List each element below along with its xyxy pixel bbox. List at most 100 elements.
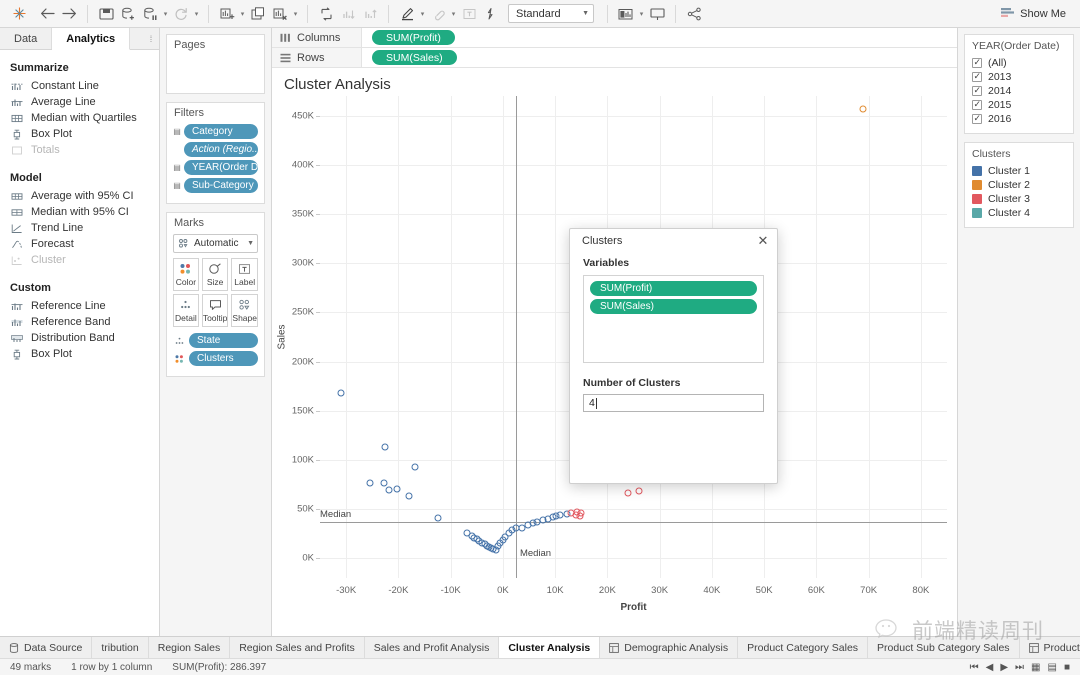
analytics-item-forecast[interactable]: Forecast <box>0 236 159 252</box>
first-page-icon[interactable]: ⏮ <box>970 662 979 673</box>
scatter-point[interactable] <box>624 489 632 497</box>
variable-pill-sum-sales[interactable]: SUM(Sales) <box>590 299 757 314</box>
swap-rows-columns-icon[interactable] <box>315 3 337 25</box>
analytics-item-reference-band[interactable]: Reference Band <box>0 314 159 330</box>
refresh-icon[interactable] <box>170 3 192 25</box>
worksheet-tab-region-sales[interactable]: Region Sales <box>149 637 231 658</box>
presentation-mode-icon[interactable] <box>646 3 668 25</box>
previous-page-icon[interactable]: ◀ <box>986 662 994 673</box>
rows-shelf[interactable]: Rows SUM(Sales) <box>272 48 957 68</box>
variable-pill-sum-profit[interactable]: SUM(Profit) <box>590 281 757 296</box>
filter-row-year[interactable]: ▤ YEAR(Order Date) <box>173 160 258 175</box>
scatter-point[interactable] <box>859 105 867 113</box>
clusters-dialog[interactable]: Clusters ✕ Variables SUM(Profit) SUM(Sal… <box>569 228 778 484</box>
filter-pill-category[interactable]: Category <box>184 124 258 139</box>
back-arrow-icon[interactable] <box>36 3 58 25</box>
marks-pill-state[interactable]: State <box>189 333 258 348</box>
close-icon[interactable]: ✕ <box>755 233 771 249</box>
pause-dropdown-caret-icon[interactable]: ▾ <box>161 10 170 18</box>
year-filter-option-2015[interactable]: 2015 <box>972 98 1066 112</box>
legend-item-cluster-3[interactable]: Cluster 3 <box>972 192 1066 206</box>
marks-color-button[interactable]: Color <box>173 258 199 291</box>
pages-drop-zone[interactable] <box>167 53 264 93</box>
scatter-point[interactable] <box>366 479 374 487</box>
add-data-source-icon[interactable] <box>117 3 139 25</box>
highlight-icon[interactable] <box>396 3 418 25</box>
marks-pill-row-clusters[interactable]: Clusters <box>173 351 258 366</box>
mark-type-select[interactable]: Automatic ▼ <box>173 234 258 253</box>
new-worksheet-caret-icon[interactable]: ▾ <box>238 10 247 18</box>
legend-item-cluster-1[interactable]: Cluster 1 <box>972 164 1066 178</box>
show-me-button[interactable]: Show Me <box>1000 7 1072 20</box>
marks-label-button[interactable]: Label <box>231 258 258 291</box>
checkbox-icon[interactable] <box>972 85 982 96</box>
filter-row-action[interactable]: Action (Regio.. 🔗 <box>173 142 258 157</box>
show-grid-icon[interactable]: ▦ <box>1031 662 1040 673</box>
variables-list[interactable]: SUM(Profit) SUM(Sales) <box>583 275 764 363</box>
analytics-item-median-with-95-ci[interactable]: Median with 95% CI <box>0 204 159 220</box>
analytics-item-constant-line[interactable]: Constant Line <box>0 78 159 94</box>
legend-item-cluster-4[interactable]: Cluster 4 <box>972 206 1066 220</box>
fullscreen-icon[interactable]: ■ <box>1064 662 1070 673</box>
year-filter-option-all[interactable]: (All) <box>972 56 1066 70</box>
scatter-point[interactable] <box>381 443 389 451</box>
tab-data-source[interactable]: Data Source <box>0 637 93 658</box>
year-filter-option-2013[interactable]: 2013 <box>972 70 1066 84</box>
marks-size-button[interactable]: Size <box>201 258 229 291</box>
filter-row-sub-category[interactable]: ▤ Sub-Category <box>173 178 258 193</box>
new-worksheet-icon[interactable] <box>216 3 238 25</box>
fit-select[interactable]: Standard ▼ <box>508 4 594 23</box>
analytics-item-average-line[interactable]: Average Line <box>0 94 159 110</box>
filter-pill-year-order-date[interactable]: YEAR(Order Date) <box>184 160 258 175</box>
scatter-point[interactable] <box>411 463 419 471</box>
analytics-item-trend-line[interactable]: Trend Line <box>0 220 159 236</box>
scatter-point[interactable] <box>576 512 584 520</box>
checkbox-icon[interactable] <box>972 99 982 110</box>
filter-pill-action[interactable]: Action (Regio.. 🔗 <box>184 142 258 157</box>
analytics-item-box-plot[interactable]: Box Plot <box>0 126 159 142</box>
share-icon[interactable] <box>683 3 705 25</box>
filter-pill-sub-category[interactable]: Sub-Category <box>184 178 258 193</box>
next-page-icon[interactable]: ▶ <box>1000 662 1008 673</box>
save-icon[interactable] <box>95 3 117 25</box>
worksheet-tab-tribution[interactable]: tribution <box>92 637 149 658</box>
checkbox-icon[interactable] <box>972 57 982 68</box>
analytics-item-average-with-95-ci[interactable]: Average with 95% CI <box>0 188 159 204</box>
pause-auto-update-icon[interactable] <box>139 3 161 25</box>
marks-pill-clusters[interactable]: Clusters <box>189 351 258 366</box>
tab-data[interactable]: Data <box>0 28 53 49</box>
worksheet-tab-cluster-analysis[interactable]: Cluster Analysis <box>499 637 601 658</box>
scatter-point[interactable] <box>385 486 393 494</box>
checkbox-icon[interactable] <box>972 71 982 82</box>
sort-descending-icon[interactable] <box>359 3 381 25</box>
worksheet-tab-product-category-sales[interactable]: Product Category Sales <box>738 637 869 658</box>
tableau-logo-icon[interactable] <box>8 3 30 25</box>
scatter-point[interactable] <box>337 389 345 397</box>
analytics-item-distribution-band[interactable]: Distribution Band <box>0 330 159 346</box>
worksheet-tab-demographic-analysis[interactable]: Demographic Analysis <box>600 637 739 658</box>
refresh-dropdown-caret-icon[interactable]: ▾ <box>192 10 201 18</box>
marks-tooltip-button[interactable]: Tooltip <box>201 294 229 327</box>
rows-pill-sum-sales[interactable]: SUM(Sales) <box>372 50 457 65</box>
scatter-point[interactable] <box>635 487 643 495</box>
columns-shelf[interactable]: Columns SUM(Profit) <box>272 28 957 48</box>
checkbox-icon[interactable] <box>972 113 982 124</box>
worksheet-tab-region-sales-and-profits[interactable]: Region Sales and Profits <box>230 637 365 658</box>
sort-ascending-icon[interactable] <box>337 3 359 25</box>
scatter-point[interactable] <box>380 479 388 487</box>
legend-item-cluster-2[interactable]: Cluster 2 <box>972 178 1066 192</box>
highlight-caret-icon[interactable]: ▾ <box>418 10 427 18</box>
scatter-point[interactable] <box>405 492 413 500</box>
worksheet-tab-sales-and-profit-analysis[interactable]: Sales and Profit Analysis <box>365 637 500 658</box>
marks-detail-button[interactable]: Detail <box>173 294 199 327</box>
marks-pill-row-state[interactable]: State <box>173 333 258 348</box>
show-hide-cards-icon[interactable] <box>615 3 637 25</box>
analytics-item-reference-line[interactable]: Reference Line <box>0 298 159 314</box>
year-filter-option-2014[interactable]: 2014 <box>972 84 1066 98</box>
pane-collapse-handle[interactable]: ⁞ <box>143 28 159 49</box>
group-caret-icon[interactable]: ▾ <box>449 10 458 18</box>
show-summary-icon[interactable]: ▤ <box>1048 662 1057 673</box>
group-members-icon[interactable] <box>427 3 449 25</box>
tab-analytics[interactable]: Analytics <box>52 28 131 50</box>
scatter-point[interactable] <box>393 485 401 493</box>
